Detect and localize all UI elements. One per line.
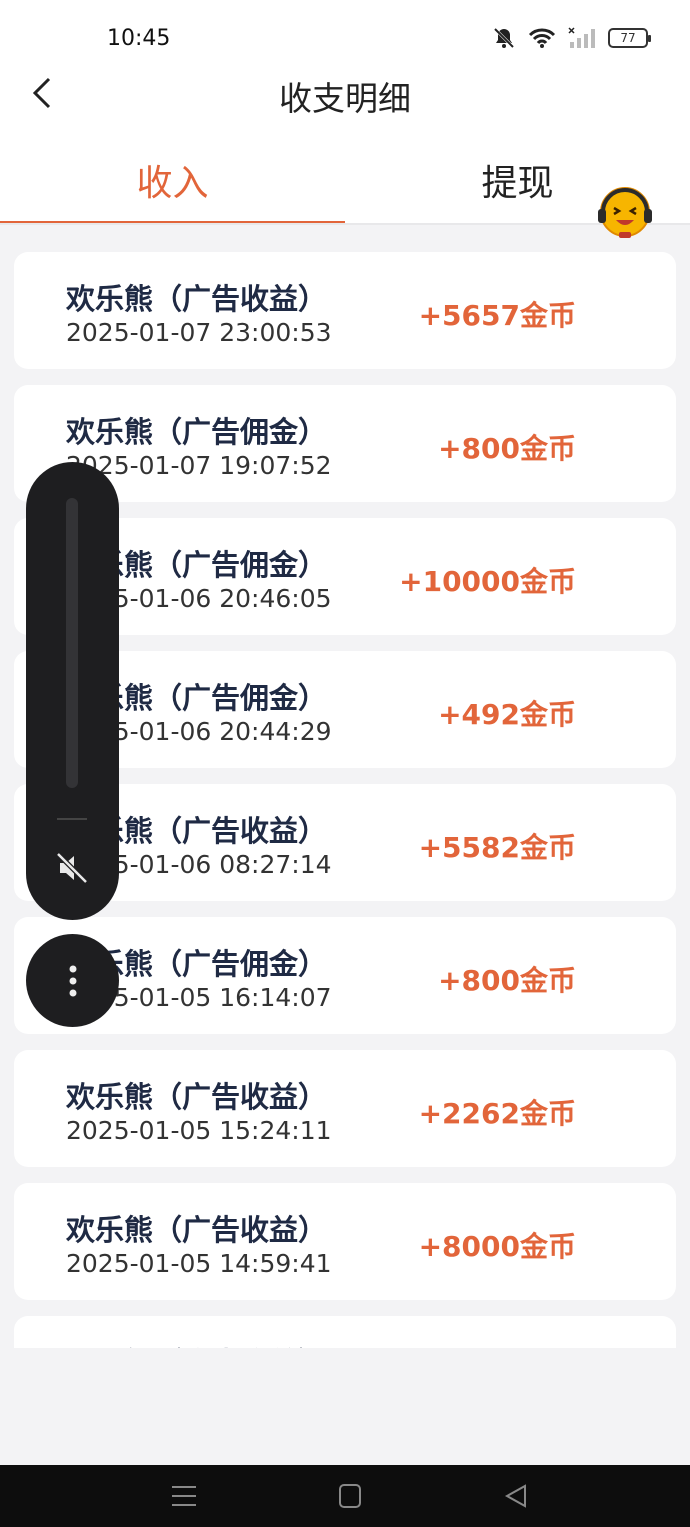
smiley-mascot-icon[interactable] [594, 182, 656, 240]
menu-icon[interactable] [164, 1481, 204, 1511]
page-title: 收支明细 [279, 79, 411, 118]
tab-income-label: 收入 [136, 163, 209, 204]
battery-level: 77 [620, 31, 636, 45]
volume-panel [26, 462, 119, 920]
list-item[interactable]: 欢乐熊（广告收益） [14, 1316, 676, 1348]
status-time: 10:45 [107, 26, 171, 51]
bell-off-icon [493, 27, 515, 49]
signal-icon [568, 27, 595, 48]
record-amount: +2262金币 [418, 1097, 576, 1130]
record-title: 欢乐熊（广告佣金） [66, 415, 328, 449]
record-date: 2025-01-05 14:59:41 [66, 1249, 332, 1278]
more-vertical-icon [69, 965, 76, 996]
volume-slider[interactable] [66, 498, 78, 788]
volume-off-icon[interactable] [54, 850, 90, 886]
record-title: 欢乐熊（广告收益） [66, 282, 328, 316]
list-item[interactable]: 欢乐熊（广告收益） 2025-01-05 15:24:11 +2262金币 [14, 1050, 676, 1167]
back-triangle-icon[interactable] [497, 1481, 537, 1511]
header-area: 10:45 77 收支明细 收入 提现 [0, 0, 690, 225]
battery-indicator: 77 [608, 28, 651, 48]
record-date: 2025-01-07 23:00:53 [66, 318, 332, 347]
record-date: 2025-01-05 15:24:11 [66, 1116, 332, 1145]
status-icons: 77 [492, 26, 651, 50]
record-title: 欢乐熊（广告收益） [66, 1213, 328, 1247]
record-amount: +8000金币 [418, 1230, 576, 1263]
record-amount: +5657金币 [418, 299, 576, 332]
record-amount: +492金币 [438, 698, 576, 731]
volume-divider [57, 818, 87, 820]
volume-more-button[interactable] [26, 934, 119, 1027]
list-item[interactable]: 欢乐熊（广告收益） 2025-01-05 14:59:41 +8000金币 [14, 1183, 676, 1300]
list-item[interactable]: 欢乐熊（广告佣金） 2025-01-07 19:07:52 +800金币 [14, 385, 676, 502]
tab-divider [0, 223, 690, 225]
wifi-icon [528, 28, 556, 48]
record-amount: +10000金币 [399, 565, 576, 598]
system-nav-bar [0, 1465, 690, 1527]
record-title: 欢乐熊（广告收益） [66, 1080, 328, 1114]
tab-bar: 收入 提现 [0, 140, 690, 225]
record-amount: +5582金币 [418, 831, 576, 864]
status-bar: 10:45 77 [0, 0, 690, 80]
tab-income[interactable]: 收入 [0, 140, 345, 225]
tab-withdraw-label: 提现 [481, 163, 554, 204]
record-title: 欢乐熊（广告收益） [66, 1340, 327, 1348]
record-amount: +800金币 [438, 964, 576, 997]
record-amount: +800金币 [438, 432, 576, 465]
list-item[interactable]: 欢乐熊（广告收益） 2025-01-07 23:00:53 +5657金币 [14, 252, 676, 369]
home-square-icon[interactable] [330, 1481, 370, 1511]
